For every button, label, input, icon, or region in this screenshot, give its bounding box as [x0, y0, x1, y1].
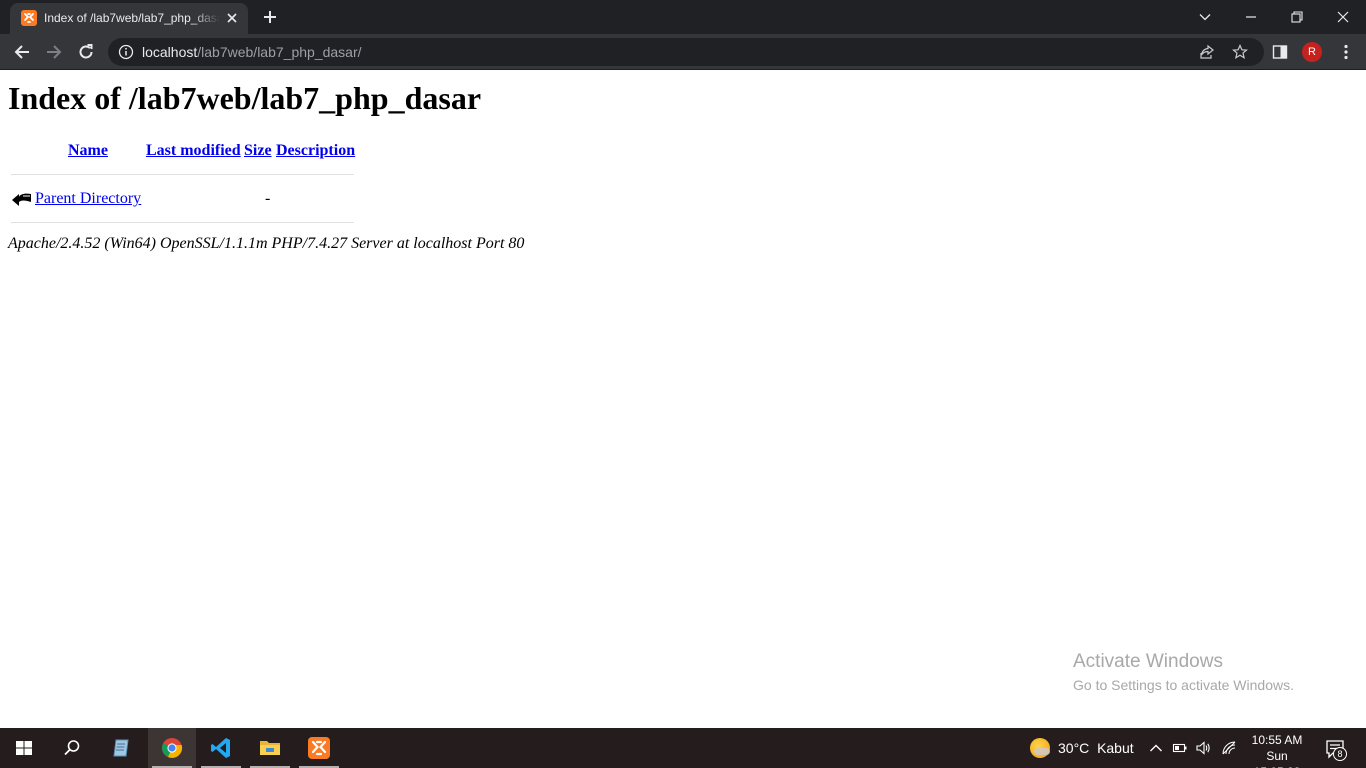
taskbar-app-chrome[interactable]: [148, 728, 196, 768]
taskbar-app-notepad[interactable]: [98, 728, 146, 768]
taskbar-app-xampp[interactable]: [295, 728, 343, 768]
reload-button[interactable]: [74, 40, 98, 64]
browser-toolbar: localhost/lab7web/lab7_php_dasar/ R: [0, 34, 1366, 70]
new-tab-button[interactable]: [259, 6, 281, 28]
server-signature: Apache/2.4.52 (Win64) OpenSSL/1.1.1m PHP…: [8, 235, 525, 252]
url-host: localhost: [142, 44, 198, 60]
column-header-last-modified[interactable]: Last modified: [146, 142, 241, 160]
column-header-name[interactable]: Name: [68, 142, 108, 160]
back-arrow-icon: [11, 188, 33, 210]
header-divider: [11, 174, 354, 175]
watermark-title: Activate Windows: [1073, 651, 1223, 672]
back-button[interactable]: [10, 40, 34, 64]
browser-titlebar: Index of /lab7web/lab7_php_dasar/: [0, 0, 1366, 34]
tab-search-button[interactable]: [1182, 0, 1228, 34]
notepad-icon: [113, 739, 129, 757]
restore-button[interactable]: [1274, 0, 1320, 34]
site-info-icon[interactable]: [118, 44, 134, 60]
tab-title: Index of /lab7web/lab7_php_dasar/: [44, 11, 220, 25]
forward-button[interactable]: [42, 40, 66, 64]
folder-icon: [260, 741, 280, 755]
browser-tab[interactable]: Index of /lab7web/lab7_php_dasar/: [10, 3, 248, 34]
url-path: /lab7web/lab7_php_dasar/: [197, 44, 362, 60]
xampp-icon: [21, 10, 37, 26]
chrome-icon: [162, 738, 183, 758]
windows-logo-icon: [16, 741, 32, 755]
xampp-icon: [308, 737, 330, 759]
volume-icon[interactable]: [1195, 740, 1211, 756]
taskbar: 30°C Kabut 10:55 AM Sun 15.05.22 8: [0, 728, 1366, 768]
search-button[interactable]: [48, 728, 96, 768]
tab-close-icon[interactable]: [224, 10, 240, 26]
minimize-button[interactable]: [1228, 0, 1274, 34]
side-panel-icon[interactable]: [1271, 43, 1289, 61]
system-clock[interactable]: 10:55 AM Sun 15.05.22: [1244, 732, 1310, 768]
network-icon[interactable]: [1221, 740, 1237, 756]
weather-condition: Kabut: [1097, 740, 1134, 756]
weather-widget[interactable]: 30°C Kabut: [1058, 740, 1134, 757]
search-icon: [64, 740, 80, 756]
page-content: Index of /lab7web/lab7_php_dasar Name La…: [0, 71, 1366, 728]
parent-directory-size: -: [265, 190, 271, 207]
activate-windows-watermark: Activate Windows Go to Settings to activ…: [1073, 651, 1294, 696]
chevron-up-icon[interactable]: [1148, 740, 1164, 756]
column-header-size[interactable]: Size: [244, 142, 272, 160]
taskbar-app-vscode[interactable]: [197, 728, 245, 768]
weather-icon[interactable]: [1030, 738, 1050, 758]
footer-divider: [11, 222, 354, 223]
vscode-icon: [211, 738, 230, 758]
battery-icon[interactable]: [1172, 740, 1188, 756]
close-window-button[interactable]: [1320, 0, 1366, 34]
parent-directory-link[interactable]: Parent Directory: [35, 190, 141, 208]
notification-count-badge: 8: [1333, 747, 1347, 761]
address-bar[interactable]: localhost/lab7web/lab7_php_dasar/: [108, 38, 1264, 66]
bookmark-star-icon[interactable]: [1231, 44, 1249, 60]
url-text[interactable]: localhost/lab7web/lab7_php_dasar/: [142, 43, 362, 61]
taskbar-app-file-explorer[interactable]: [246, 728, 294, 768]
page-heading: Index of /lab7web/lab7_php_dasar: [8, 80, 482, 116]
watermark-subtitle: Go to Settings to activate Windows.: [1073, 677, 1294, 693]
profile-avatar[interactable]: R: [1302, 42, 1322, 62]
share-icon[interactable]: [1199, 44, 1215, 60]
column-header-description[interactable]: Description: [276, 142, 355, 160]
weather-temperature: 30°C: [1058, 740, 1090, 756]
start-button[interactable]: [0, 728, 48, 768]
menu-kebab-icon[interactable]: [1337, 43, 1355, 61]
clock-date: Sun 15.05.22: [1254, 749, 1301, 768]
clock-time: 10:55 AM: [1251, 733, 1303, 747]
